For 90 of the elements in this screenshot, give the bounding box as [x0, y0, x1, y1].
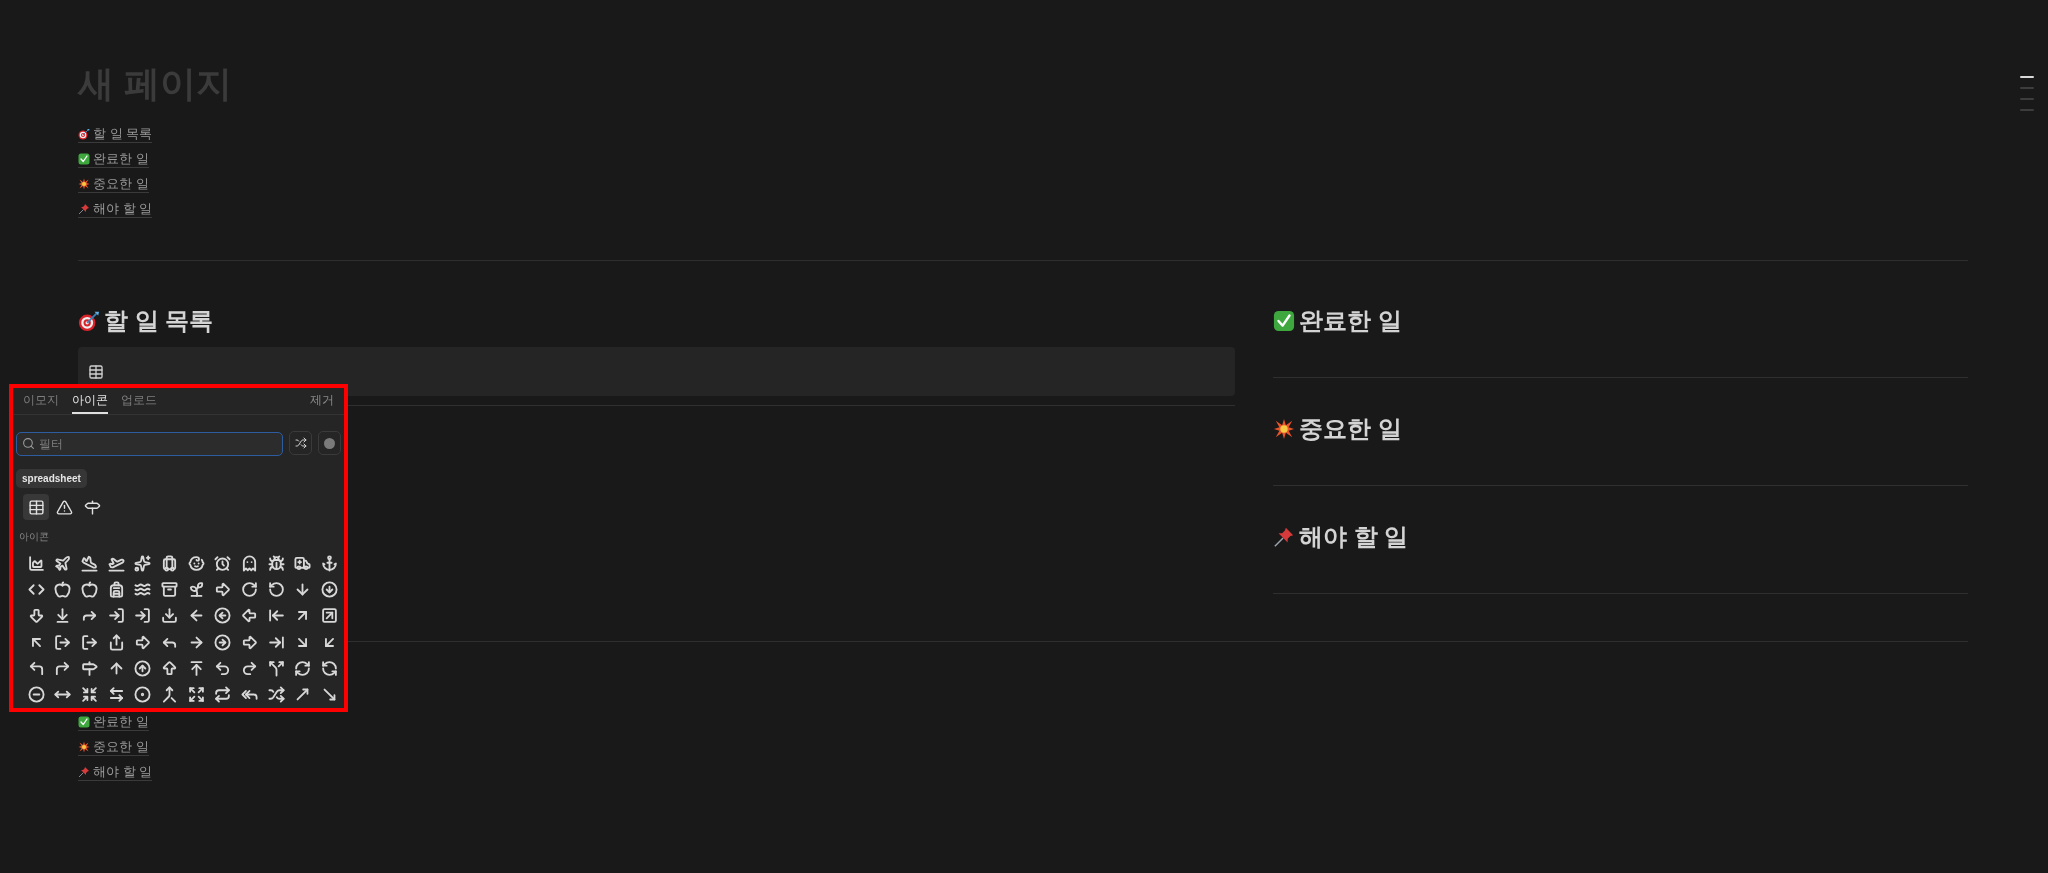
apple-icon[interactable] — [81, 581, 99, 599]
arrow-right-icon[interactable] — [134, 633, 152, 651]
picker-tab[interactable]: 업로드 — [121, 393, 157, 415]
rotate-counterclockwise-icon[interactable] — [267, 581, 285, 599]
area-chart-icon[interactable] — [27, 554, 45, 572]
explosion-icon — [1273, 418, 1295, 440]
check-icon — [78, 716, 90, 728]
tooltip: spreadsheet — [16, 469, 87, 489]
section-heading: 할 일 목록 — [104, 306, 214, 336]
arrow-left-right-icon[interactable] — [107, 686, 125, 704]
search-icon — [22, 437, 35, 451]
warning-icon — [55, 498, 73, 516]
toc-link[interactable]: 완료한 일 — [78, 151, 149, 168]
section-label: 아이콘 — [18, 531, 50, 544]
sprout-icon[interactable] — [187, 581, 205, 599]
undo-icon[interactable] — [214, 660, 232, 678]
arrow-down-icon[interactable] — [27, 607, 45, 625]
anchor-icon[interactable] — [321, 554, 339, 572]
refresh-icon[interactable] — [294, 660, 312, 678]
shuffle-icon — [294, 437, 307, 450]
target-icon — [78, 310, 100, 332]
archive-icon[interactable] — [161, 581, 179, 599]
corner-up-left-icon[interactable] — [27, 660, 45, 678]
apple-icon[interactable] — [54, 581, 72, 599]
redo-icon[interactable] — [241, 660, 259, 678]
recent-icon-button[interactable] — [23, 494, 49, 521]
section-heading: 중요한 일 — [1299, 414, 1402, 444]
color-button[interactable] — [318, 431, 341, 456]
pushpin-icon — [78, 766, 90, 778]
arrow-left-icon[interactable] — [241, 607, 259, 625]
alarm-clock-icon[interactable] — [214, 554, 232, 572]
table-icon — [88, 363, 104, 380]
explosion-icon — [78, 741, 90, 753]
toc-link[interactable]: 할 일 목록 — [78, 126, 153, 143]
circle-minus-icon[interactable] — [27, 686, 45, 704]
target-icon — [78, 128, 90, 140]
toc-link[interactable]: 해야 할 일 — [78, 764, 153, 781]
pushpin-icon — [1273, 526, 1295, 548]
arrow-right-icon[interactable] — [214, 581, 232, 599]
circle-arrow-right-icon[interactable] — [214, 633, 232, 651]
bug-icon[interactable] — [267, 554, 285, 572]
baby-icon[interactable] — [187, 554, 205, 572]
check-icon — [78, 153, 90, 165]
square-arrow-up-right-icon[interactable] — [321, 607, 339, 625]
picker-tab[interactable]: 이모지 — [23, 393, 59, 415]
ghost-icon[interactable] — [241, 554, 259, 572]
section-heading: 해야 할 일 — [1299, 522, 1409, 552]
split-icon[interactable] — [267, 660, 285, 678]
log-out-icon[interactable] — [81, 633, 99, 651]
circle-dot-icon[interactable] — [134, 686, 152, 704]
circle-arrow-down-icon[interactable] — [321, 581, 339, 599]
share-icon[interactable] — [107, 633, 125, 651]
ambulance-icon[interactable] — [294, 554, 312, 572]
shrink-icon[interactable] — [81, 686, 99, 704]
circle-arrow-left-icon[interactable] — [214, 607, 232, 625]
check-icon — [1273, 310, 1295, 332]
plane-icon[interactable] — [54, 554, 72, 572]
sparkles-icon[interactable] — [134, 554, 152, 572]
expand-icon[interactable] — [187, 686, 205, 704]
log-in-icon[interactable] — [134, 607, 152, 625]
refresh-icon[interactable] — [321, 660, 339, 678]
download-icon[interactable] — [161, 607, 179, 625]
plane-landing-icon[interactable] — [81, 554, 99, 572]
shuffle-button[interactable] — [289, 431, 312, 456]
toc-link[interactable]: 중요한 일 — [78, 176, 149, 193]
filter-field[interactable]: 필터 — [16, 432, 283, 457]
log-in-icon[interactable] — [107, 607, 125, 625]
shuffle-icon[interactable] — [267, 686, 285, 704]
picker-tab[interactable]: 아이콘 — [72, 393, 108, 415]
database-block[interactable] — [78, 347, 1235, 396]
arrow-up-icon[interactable] — [161, 660, 179, 678]
merge-icon[interactable] — [161, 686, 179, 704]
circle-arrow-up-icon[interactable] — [134, 660, 152, 678]
arrow-right-icon[interactable] — [241, 633, 259, 651]
section-heading: 완료한 일 — [1299, 306, 1402, 336]
log-out-icon[interactable] — [54, 633, 72, 651]
milestone-icon[interactable] — [81, 660, 99, 678]
signpost-icon — [83, 498, 101, 516]
remove-button[interactable]: 제거 — [310, 393, 334, 415]
table-icon — [27, 498, 45, 516]
toc-link[interactable]: 완료한 일 — [78, 714, 149, 731]
toc-link[interactable]: 중요한 일 — [78, 739, 149, 756]
pushpin-icon — [78, 203, 90, 215]
rotate-clockwise-icon[interactable] — [241, 581, 259, 599]
explosion-icon — [78, 178, 90, 190]
backpack-icon[interactable] — [107, 581, 125, 599]
toc-link[interactable]: 해야 할 일 — [78, 201, 153, 218]
luggage-icon[interactable] — [161, 554, 179, 572]
repeat-icon[interactable] — [214, 686, 232, 704]
corner-up-right-icon[interactable] — [54, 660, 72, 678]
